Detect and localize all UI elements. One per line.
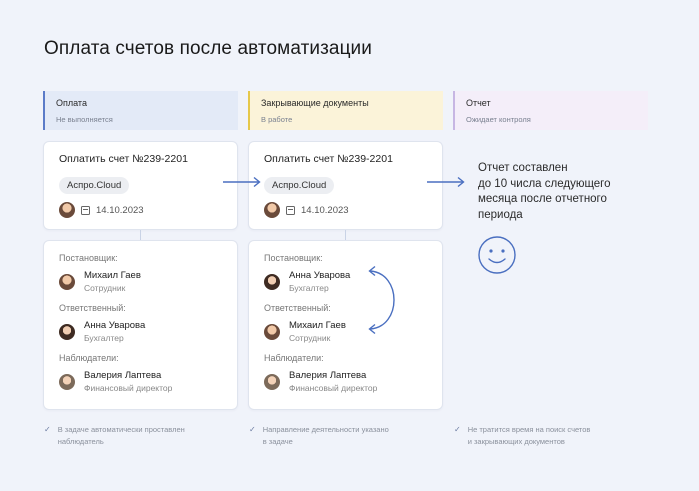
task-date: 14.10.2023 xyxy=(96,204,144,216)
avatar xyxy=(59,373,75,390)
stage-status: Ожидает контроля xyxy=(466,115,531,124)
person-name: Валерия Лаптева xyxy=(84,370,162,381)
connector-line xyxy=(140,230,141,240)
person-position: Бухгалтер xyxy=(289,283,329,293)
avatar xyxy=(59,202,75,218)
person-name: Анна Уварова xyxy=(289,270,351,281)
stage-header-payment: Оплата Не выполняется xyxy=(43,91,238,130)
person-position: Сотрудник xyxy=(289,333,331,343)
role-label-observers: Наблюдатели: xyxy=(264,353,324,363)
people-card: Постановщик: Михаил Гаев Сотрудник Ответ… xyxy=(43,240,238,410)
avatar xyxy=(59,273,75,290)
arrow-right-icon xyxy=(427,176,465,188)
page-title: Оплата счетов после автоматизации xyxy=(44,38,372,59)
person-name: Михаил Гаев xyxy=(289,320,346,331)
benefit-note: ✓ В задаче автоматически проставлен набл… xyxy=(44,424,234,448)
person-observer[interactable]: Валерия Лаптева Финансовый директор xyxy=(264,370,442,393)
note-line: наблюдатель xyxy=(57,437,104,446)
report-line: Отчет составлен xyxy=(478,162,568,174)
person-position: Финансовый директор xyxy=(84,383,173,393)
note-line: Не тратится время на поиск счетов xyxy=(467,425,591,434)
project-tag[interactable]: Аспро.Cloud xyxy=(59,177,130,194)
project-tag[interactable]: Аспро.Cloud xyxy=(264,177,335,194)
report-line: периода xyxy=(478,208,523,221)
avatar xyxy=(264,373,280,390)
stage-header-report: Отчет Ожидает контроля xyxy=(453,91,648,130)
task-card[interactable]: Оплатить счет №239-2201 Аспро.Cloud 14.1… xyxy=(43,141,238,230)
stage-status: В работе xyxy=(261,115,293,124)
stage-title: Оплата xyxy=(56,98,87,108)
person-director[interactable]: Михаил Гаев Сотрудник xyxy=(59,270,237,293)
check-icon: ✓ xyxy=(454,425,461,434)
role-label-observers: Наблюдатели: xyxy=(59,353,119,363)
task-title: Оплатить счет №239-2201 xyxy=(264,153,393,165)
note-line: В задаче автоматически проставлен xyxy=(57,425,185,434)
note-line: и закрывающих документов xyxy=(467,437,565,446)
report-description: Отчет составлен до 10 числа следующего м… xyxy=(478,161,648,223)
person-position: Сотрудник xyxy=(84,283,126,293)
role-label-director: Постановщик: xyxy=(264,253,323,263)
check-icon: ✓ xyxy=(44,425,51,434)
task-title: Оплатить счет №239-2201 xyxy=(59,153,188,165)
stage-title: Закрывающие документы xyxy=(261,98,369,108)
calendar-icon xyxy=(286,205,295,215)
role-label-responsible: Ответственный: xyxy=(59,303,126,313)
smile-icon xyxy=(478,236,516,274)
person-observer[interactable]: Валерия Лаптева Финансовый директор xyxy=(59,370,237,393)
task-date: 14.10.2023 xyxy=(301,204,349,216)
person-position: Финансовый директор xyxy=(289,383,378,393)
benefit-note: ✓ Направление деятельности указано в зад… xyxy=(249,424,439,448)
swap-arrows-icon xyxy=(368,265,395,335)
arrow-right-icon xyxy=(223,176,261,188)
avatar xyxy=(59,323,75,340)
person-responsible[interactable]: Михаил Гаев Сотрудник xyxy=(264,320,442,343)
check-icon: ✓ xyxy=(249,425,256,434)
avatar xyxy=(264,273,280,290)
stage-header-closing-docs: Закрывающие документы В работе xyxy=(248,91,443,130)
report-line: месяца после отчетного xyxy=(478,193,607,205)
person-name: Анна Уварова xyxy=(84,320,146,331)
stage-status: Не выполняется xyxy=(56,115,113,124)
person-responsible[interactable]: Анна Уварова Бухгалтер xyxy=(59,320,237,343)
person-name: Валерия Лаптева xyxy=(289,370,367,381)
person-position: Бухгалтер xyxy=(84,333,124,343)
task-card[interactable]: Оплатить счет №239-2201 Аспро.Cloud 14.1… xyxy=(248,141,443,230)
person-name: Михаил Гаев xyxy=(84,270,141,281)
note-line: Направление деятельности указано xyxy=(262,425,389,434)
role-label-director: Постановщик: xyxy=(59,253,118,263)
benefit-note: ✓ Не тратится время на поиск счетов и за… xyxy=(454,424,649,448)
calendar-icon xyxy=(81,205,90,215)
note-line: в задаче xyxy=(262,437,293,446)
role-label-responsible: Ответственный: xyxy=(264,303,331,313)
avatar xyxy=(264,202,280,218)
person-director[interactable]: Анна Уварова Бухгалтер xyxy=(264,270,442,293)
people-card: Постановщик: Анна Уварова Бухгалтер Отве… xyxy=(248,240,443,410)
stage-title: Отчет xyxy=(466,98,491,108)
avatar xyxy=(264,323,280,340)
connector-line xyxy=(345,230,346,240)
report-line: до 10 числа следующего xyxy=(478,177,611,190)
